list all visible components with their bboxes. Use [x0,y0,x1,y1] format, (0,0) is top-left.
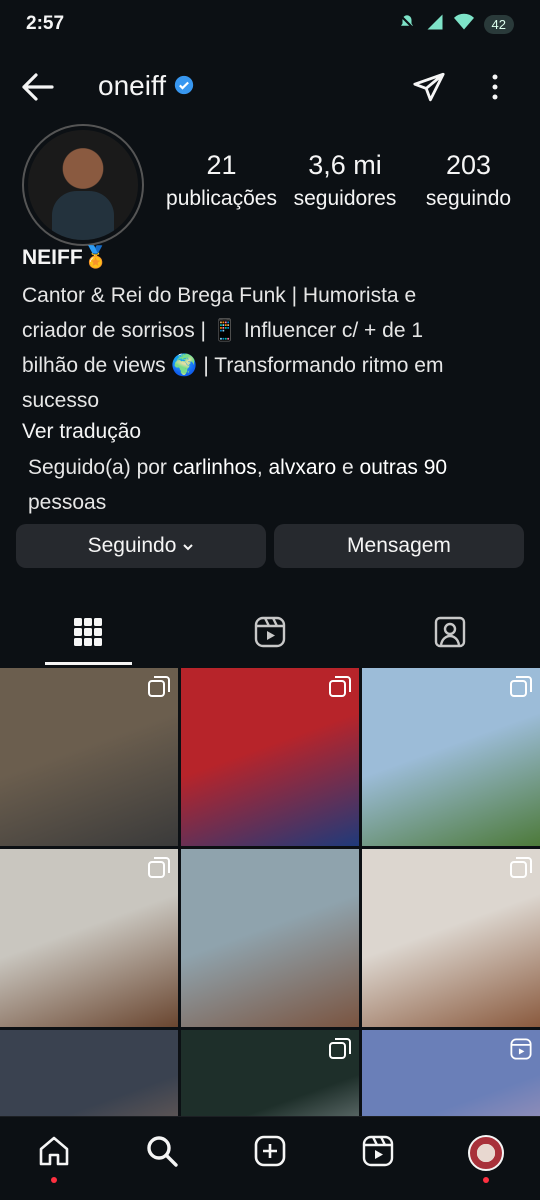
carousel-icon [510,857,532,884]
stat-posts[interactable]: 21 publicações [160,150,283,211]
posts-grid [0,668,540,1116]
carousel-icon [329,1038,351,1065]
reels-icon [254,616,286,653]
grid-post[interactable] [362,668,540,846]
avatar-image [28,130,138,240]
chevron-down-icon [182,534,194,558]
username-title: oneiff [98,70,194,102]
profile-notification-dot [483,1177,489,1183]
nav-home[interactable] [32,1131,76,1183]
username: oneiff [98,70,166,101]
tagged-user-icon [434,616,466,653]
stat-followers[interactable]: 3,6 mi seguidores [284,150,407,211]
grid-post[interactable] [181,668,359,846]
profile-stats: 21 publicações 3,6 mi seguidores 203 seg… [160,150,530,211]
nav-reels[interactable] [356,1131,400,1175]
bio-text: Cantor & Rei do Brega Funk | Humorista e… [22,284,444,412]
reel-icon [510,1038,532,1065]
profile-bio: NEIFF🏅 Cantor & Rei do Brega Funk | Humo… [22,246,522,444]
carousel-icon [148,676,170,703]
grid-post[interactable] [0,1030,178,1116]
grid-post[interactable] [181,1030,359,1116]
grid-post[interactable] [0,668,178,846]
tab-tagged[interactable] [420,614,480,654]
carousel-icon [510,676,532,703]
profile-tabs [0,606,540,665]
wifi-icon [453,13,474,36]
tab-grid[interactable] [58,614,118,654]
home-icon [37,1134,71,1173]
grid-post[interactable] [362,849,540,1027]
nav-search[interactable] [140,1131,184,1175]
bottom-navigation [0,1116,540,1200]
reels-nav-icon [362,1135,394,1172]
nav-create[interactable] [248,1131,292,1175]
tab-reels[interactable] [240,614,300,654]
send-icon[interactable] [412,70,446,109]
grid-post[interactable] [362,1030,540,1116]
message-button[interactable]: Mensagem [274,524,524,568]
carousel-icon [148,857,170,884]
status-bar: 2:57 42 [0,0,540,50]
add-post-icon [254,1135,286,1172]
grid-post[interactable] [181,849,359,1027]
display-name: NEIFF🏅 [22,246,109,269]
search-icon [145,1134,179,1173]
grid-post[interactable] [0,849,178,1027]
verified-badge-icon [174,70,194,102]
signal-icon [426,13,444,36]
nav-profile[interactable] [464,1131,508,1183]
translate-link[interactable]: Ver tradução [22,420,522,444]
back-arrow-icon[interactable] [20,70,56,109]
stat-following[interactable]: 203 seguindo [407,150,530,211]
carousel-icon [329,676,351,703]
profile-header: oneiff [0,60,540,116]
profile-avatar-icon [468,1135,504,1171]
grid-icon [73,617,103,652]
active-tab-indicator [45,662,132,665]
followed-by[interactable]: Seguido(a) por carlinhos, alvxaro e outr… [28,450,508,520]
battery-indicator: 42 [483,15,514,34]
profile-avatar[interactable] [22,124,144,246]
status-time: 2:57 [26,13,65,34]
mute-icon [398,13,416,36]
more-options-icon[interactable] [486,70,504,109]
home-notification-dot [51,1177,57,1183]
following-button[interactable]: Seguindo [16,524,266,568]
